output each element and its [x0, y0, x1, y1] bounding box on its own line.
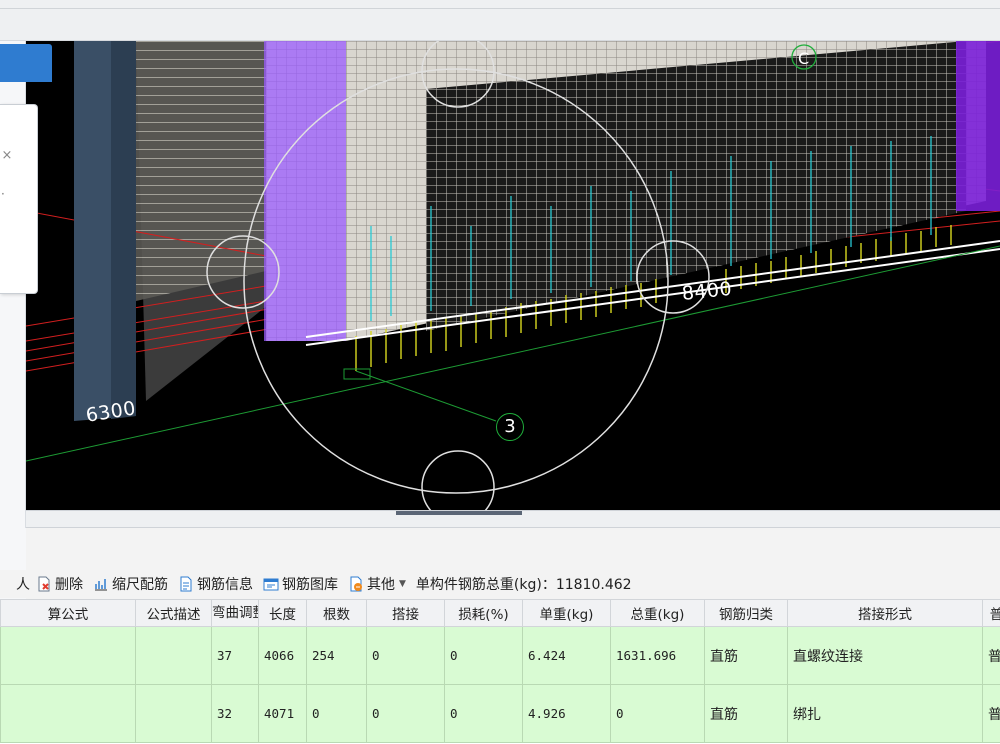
delete-label: 删除	[55, 577, 83, 593]
table-cell[interactable]: 0	[366, 626, 445, 685]
rebar-table: 算公式 公式描述 弯曲调整 长度 根数 搭接 损耗(%) 单重(kg) 总重(k…	[0, 599, 1000, 744]
table-cell[interactable]: 254	[306, 626, 367, 685]
table-row[interactable]: 32 4071 0 0 0 4.926 0 直筋 绑扎 普	[0, 684, 1000, 743]
table-cell[interactable]: 4066	[258, 626, 307, 685]
chevron-down-icon: ▼	[399, 579, 406, 589]
table-cell[interactable]: 1631.696	[610, 626, 705, 685]
dialog-close-icon[interactable]: ×	[0, 148, 14, 164]
table-cell[interactable]: 直筋	[704, 626, 788, 685]
table-cell[interactable]	[0, 626, 136, 685]
rebar-info-button[interactable]: 钢筋信息	[178, 573, 253, 595]
table-cell[interactable]: 0	[306, 684, 367, 743]
table-cell[interactable]: 直螺纹连接	[787, 626, 983, 685]
rebar-library-button[interactable]: 钢筋图库	[263, 573, 338, 595]
table-cell[interactable]: 37	[211, 626, 259, 685]
table-cell[interactable]: 绑扎	[787, 684, 983, 743]
column-header[interactable]: 搭接	[366, 599, 445, 627]
column-header[interactable]: 公式描述	[135, 599, 212, 627]
scale-rebar-icon	[93, 576, 109, 592]
column-header[interactable]: 单重(kg)	[522, 599, 611, 627]
splitter-handle[interactable]	[396, 511, 522, 515]
table-cell[interactable]: 普	[982, 684, 1000, 743]
column-header[interactable]: 根数	[306, 599, 367, 627]
dialog-more-icon[interactable]: ·	[1, 187, 13, 201]
panel-splitter[interactable]	[26, 510, 1000, 528]
table-header-row: 算公式 公式描述 弯曲调整 长度 根数 搭接 损耗(%) 单重(kg) 总重(k…	[0, 599, 1000, 627]
rebar-info-label: 钢筋信息	[197, 577, 253, 593]
column-header[interactable]: 损耗(%)	[444, 599, 523, 627]
table-cell[interactable]	[0, 684, 136, 743]
delete-button[interactable]: 删除	[36, 573, 83, 595]
column-header[interactable]: 总重(kg)	[610, 599, 705, 627]
table-cell[interactable]: 4071	[258, 684, 307, 743]
table-cell[interactable]: 4.926	[522, 684, 611, 743]
other-menu-button[interactable]: 其他 ▼	[348, 573, 406, 595]
title-bar	[0, 0, 1000, 41]
table-cell[interactable]	[135, 684, 212, 743]
table-cell[interactable]: 直筋	[704, 684, 788, 743]
toolbar-partial-label[interactable]: 人	[16, 574, 30, 594]
rebar-library-icon	[263, 576, 279, 592]
table-row[interactable]: 37 4066 254 0 0 6.424 1631.696 直筋 直螺纹连接 …	[0, 626, 1000, 685]
table-cell[interactable]: 0	[444, 626, 523, 685]
other-label: 其他	[367, 577, 395, 593]
column-header[interactable]: 钢筋归类	[704, 599, 788, 627]
3d-viewport[interactable]: C 8400 6300 3	[26, 41, 1000, 510]
delete-icon	[36, 576, 52, 592]
column-header[interactable]: 普	[982, 599, 1000, 627]
column-header[interactable]: 搭接形式	[787, 599, 983, 627]
axis-marker-3[interactable]: 3	[496, 413, 524, 441]
grid-letter-c: C	[798, 49, 809, 68]
scale-rebar-button[interactable]: 缩尺配筋	[93, 573, 168, 595]
table-cell[interactable]	[135, 626, 212, 685]
scale-rebar-label: 缩尺配筋	[112, 577, 168, 593]
column-header[interactable]: 弯曲调整	[211, 599, 259, 627]
table-cell[interactable]: 32	[211, 684, 259, 743]
rebar-toolbar: 人 删除 缩尺配筋 钢筋信息 钢筋图库 其他 ▼ 单构件钢筋总重(kg)：118…	[0, 570, 1000, 598]
column-header[interactable]: 长度	[258, 599, 307, 627]
table-cell[interactable]: 6.424	[522, 626, 611, 685]
column-header[interactable]: 算公式	[0, 599, 136, 627]
total-weight-readout: 单构件钢筋总重(kg)：11810.462	[415, 577, 632, 593]
rebar-info-icon	[178, 576, 194, 592]
rebar-library-label: 钢筋图库	[282, 577, 338, 593]
table-cell[interactable]: 0	[444, 684, 523, 743]
left-panel-header	[0, 44, 52, 82]
table-cell[interactable]: 普	[982, 626, 1000, 685]
other-icon	[348, 576, 364, 592]
table-cell[interactable]: 0	[610, 684, 705, 743]
table-cell[interactable]: 0	[366, 684, 445, 743]
